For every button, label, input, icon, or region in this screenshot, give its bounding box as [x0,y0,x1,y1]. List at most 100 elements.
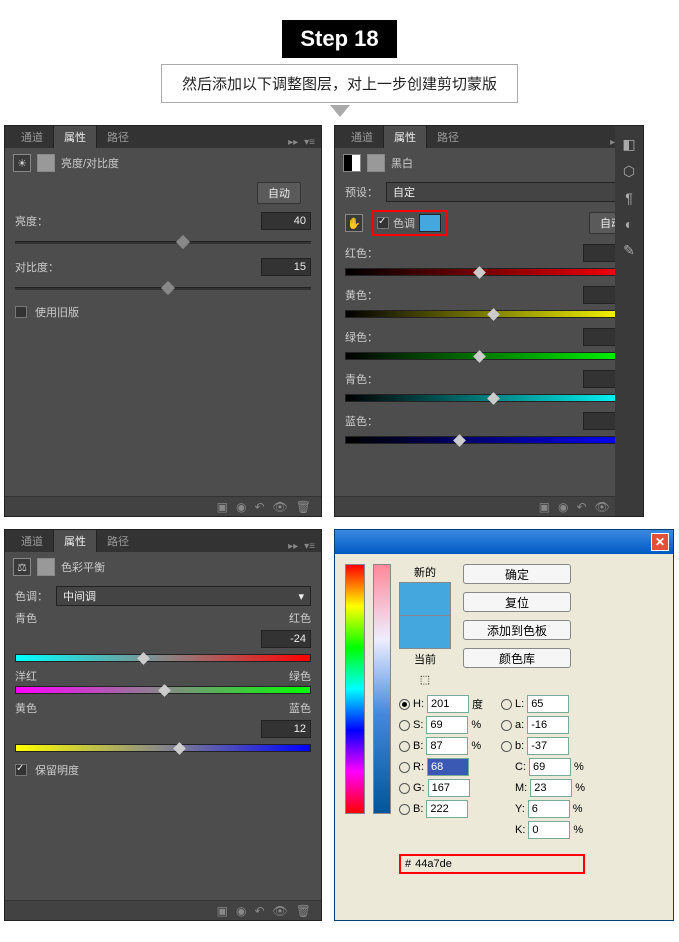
view-icon[interactable]: ◉ [236,904,246,918]
contrast-value[interactable]: 15 [261,258,311,276]
s-input[interactable]: 69 [426,716,468,734]
view-icon[interactable]: ◉ [558,500,568,514]
color-field[interactable] [373,564,391,814]
menu-icon[interactable]: ▾≡ [304,137,315,148]
lab-b-label: b: [515,740,524,752]
cb-val1[interactable]: -24 [261,630,311,648]
reset-icon[interactable]: ↶ [254,500,264,514]
tab-paths[interactable]: 路径 [97,530,139,552]
lab-b-radio[interactable] [501,741,512,752]
a-input[interactable]: -16 [527,716,569,734]
b-label: B: [413,740,423,752]
clip-icon[interactable]: ▣ [217,904,228,918]
reset-icon[interactable]: ↶ [254,904,264,918]
cube-icon[interactable]: ⬡ [623,163,635,180]
spectrum-strip[interactable] [345,564,365,814]
r-input[interactable]: 68 [427,758,469,776]
trash-icon[interactable]: 🗑 [296,904,311,918]
cube-icon[interactable]: ⬚ [420,673,430,686]
auto-button[interactable]: 自动 [257,182,301,204]
cyan-label: 青色： [345,371,400,387]
tint-swatch[interactable] [419,214,441,232]
trash-icon[interactable]: 🗑 [296,500,311,514]
eye-icon[interactable]: 👁 [595,500,610,514]
tint-checkbox[interactable] [377,217,389,229]
bc-radio[interactable] [399,804,410,815]
tab-channel[interactable]: 通道 [341,126,383,148]
tab-channel[interactable]: 通道 [11,126,53,148]
g-input[interactable]: 167 [428,779,470,797]
red-slider[interactable] [345,268,633,276]
clip-icon[interactable]: ▣ [217,500,228,514]
yb-slider[interactable] [15,744,311,752]
color-libs-button[interactable]: 颜色库 [463,648,571,668]
mask-icon[interactable] [367,154,385,172]
k-input[interactable]: 0 [528,821,570,839]
green-slider[interactable] [345,352,633,360]
h-input[interactable]: 201 [427,695,469,713]
c-label: C: [515,761,526,773]
cb-val3[interactable]: 12 [261,720,311,738]
panel-footer: ▣ ◉ ↶ 👁 🗑 [5,496,321,516]
close-button[interactable]: ✕ [651,533,669,551]
tab-channel[interactable]: 通道 [11,530,53,552]
swatches-icon[interactable]: ◧ [622,136,635,153]
r-label: R: [413,761,424,773]
b-radio[interactable] [399,741,410,752]
mask-icon[interactable] [37,558,55,576]
brush-icon[interactable]: ✎ [623,242,635,259]
b-input[interactable]: 87 [426,737,468,755]
yellow-slider[interactable] [345,310,633,318]
collapse-icon[interactable]: ▸▸ [288,137,298,148]
panel-tabs: 通道 属性 路径 ▸▸ ▾≡ [5,126,321,148]
tab-paths[interactable]: 路径 [427,126,469,148]
cyan-slider[interactable] [345,394,633,402]
hand-icon[interactable]: ✋ [345,214,363,232]
h-radio[interactable] [399,699,410,710]
add-swatch-button[interactable]: 添加到色板 [463,620,571,640]
mg-slider[interactable] [15,686,311,694]
s-radio[interactable] [399,720,410,731]
magenta-label: 洋红 [15,668,37,684]
menu-icon[interactable]: ▾≡ [304,541,315,552]
brightness-value[interactable]: 40 [261,212,311,230]
l-input[interactable]: 65 [527,695,569,713]
bc-input[interactable]: 222 [426,800,468,818]
preserve-checkbox[interactable] [15,764,27,776]
m-input[interactable]: 23 [530,779,572,797]
l-radio[interactable] [501,699,512,710]
lab-b-input[interactable]: -37 [527,737,569,755]
ok-button[interactable]: 确定 [463,564,571,584]
hex-input[interactable]: 44a7de [415,858,525,870]
collapse-icon[interactable]: ▸▸ [288,541,298,552]
eye-icon[interactable]: 👁 [273,904,288,918]
c-input[interactable]: 69 [529,758,571,776]
s-label: S: [413,719,423,731]
tab-paths[interactable]: 路径 [97,126,139,148]
view-icon[interactable]: ◉ [236,500,246,514]
tab-properties[interactable]: 属性 [53,125,97,148]
tab-properties[interactable]: 属性 [383,125,427,148]
preset-select[interactable]: 自定≑ [386,182,633,202]
eye-icon[interactable]: 👁 [273,500,288,514]
r-radio[interactable] [399,762,410,773]
blue-slider[interactable] [345,436,633,444]
g-radio[interactable] [399,783,410,794]
reset-icon[interactable]: ↶ [576,500,586,514]
char-icon[interactable]: ¶ [625,190,633,206]
a-radio[interactable] [501,720,512,731]
cr-slider[interactable] [15,654,311,662]
tone-select[interactable]: 中间调▾ [56,586,311,606]
tab-properties[interactable]: 属性 [53,529,97,552]
adjust-icon[interactable]: ◐ [625,216,633,232]
reset-button[interactable]: 复位 [463,592,571,612]
m-unit: % [575,782,585,794]
contrast-slider[interactable] [15,282,311,294]
legacy-checkbox[interactable] [15,306,27,318]
brightness-slider[interactable] [15,236,311,248]
mask-icon[interactable] [37,154,55,172]
legacy-label: 使用旧版 [35,304,79,320]
green-label: 绿色 [289,668,311,684]
clip-icon[interactable]: ▣ [539,500,550,514]
y-input[interactable]: 6 [528,800,570,818]
